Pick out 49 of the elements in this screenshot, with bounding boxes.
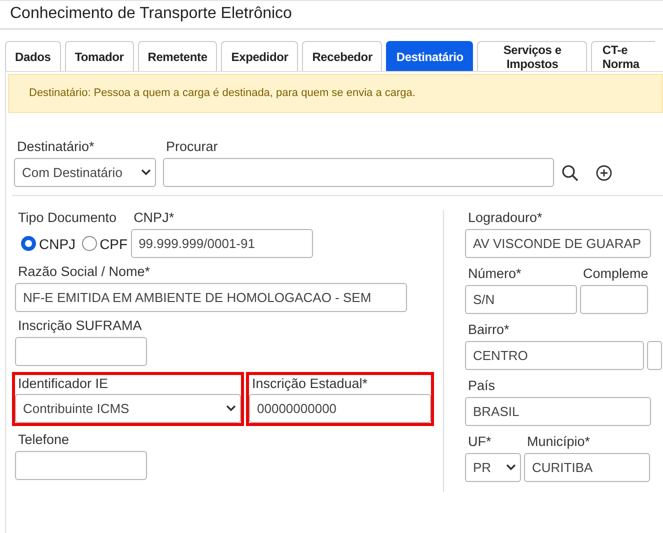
radio-option[interactable]: CPF bbox=[82, 236, 128, 252]
field-label: Razão Social / Nome* bbox=[17, 264, 152, 279]
input-field[interactable]: NF-E EMITIDA EM AMBIENTE DE HOMOLOGACAO - SEM bbox=[15, 283, 407, 312]
field-label: Tipo Documento bbox=[17, 210, 118, 225]
search-field[interactable] bbox=[163, 158, 554, 187]
tab[interactable]: Tomador bbox=[64, 41, 134, 71]
chevron-icon bbox=[506, 464, 516, 471]
field-label: Inscrição SUFRAMA bbox=[17, 318, 143, 333]
field-label: Inscrição Estadual* bbox=[251, 376, 369, 391]
field-label: Município* bbox=[526, 434, 592, 449]
field-label: UF* bbox=[467, 434, 492, 449]
input-field[interactable]: BRASIL bbox=[465, 397, 651, 426]
input-field[interactable] bbox=[15, 337, 147, 366]
tab[interactable]: Dados bbox=[5, 41, 61, 71]
tab[interactable]: Expedidor bbox=[221, 41, 298, 71]
input-field[interactable] bbox=[15, 451, 147, 480]
tab[interactable]: CT-e Norma bbox=[591, 41, 656, 71]
radio-option[interactable]: CNPJ bbox=[21, 236, 76, 252]
add-icon[interactable] bbox=[596, 164, 612, 180]
input-field[interactable]: 00000000000 bbox=[249, 394, 431, 423]
input-field[interactable] bbox=[647, 341, 662, 370]
search-icon[interactable] bbox=[561, 164, 579, 182]
input-field[interactable]: AV VISCONDE DE GUARAP bbox=[465, 229, 651, 258]
input-field[interactable] bbox=[580, 285, 648, 314]
select-field[interactable]: Contribuinte ICMS bbox=[15, 394, 241, 423]
chevron-icon bbox=[141, 169, 151, 176]
input-field[interactable]: 99.999.999/0001-91 bbox=[130, 229, 313, 258]
select-field[interactable]: PR bbox=[465, 453, 521, 482]
field-label: Bairro* bbox=[467, 322, 510, 337]
field-label: Número* bbox=[467, 266, 522, 281]
field-label: Destinatário* bbox=[16, 139, 96, 154]
input-field[interactable]: CENTRO bbox=[465, 341, 644, 370]
input-field[interactable]: CURITIBA bbox=[524, 453, 650, 482]
tab[interactable]: Destinatário bbox=[386, 41, 474, 71]
tab[interactable]: Remetente bbox=[138, 41, 218, 71]
field-label: CNPJ* bbox=[132, 210, 176, 225]
chevron-icon bbox=[226, 405, 236, 412]
tab[interactable]: Recebedor bbox=[302, 41, 382, 71]
field-label: Logradouro* bbox=[467, 210, 544, 225]
field-label: Compleme bbox=[582, 266, 648, 281]
field-label: Identificador IE bbox=[17, 376, 110, 391]
input-field[interactable]: S/N bbox=[465, 285, 577, 314]
field-label: Telefone bbox=[17, 432, 70, 447]
tab[interactable]: Serviços e Impostos bbox=[477, 41, 588, 71]
field-label: Procurar bbox=[165, 139, 219, 154]
window-title: Conhecimento de Transporte Eletrônico bbox=[0, 0, 663, 30]
info-alert: Destinatário: Pessoa a quem a carga é destinada, para quem se envia a carga. bbox=[8, 74, 663, 113]
field-label: País bbox=[467, 378, 496, 393]
select-field[interactable]: Com Destinatário bbox=[14, 158, 156, 187]
